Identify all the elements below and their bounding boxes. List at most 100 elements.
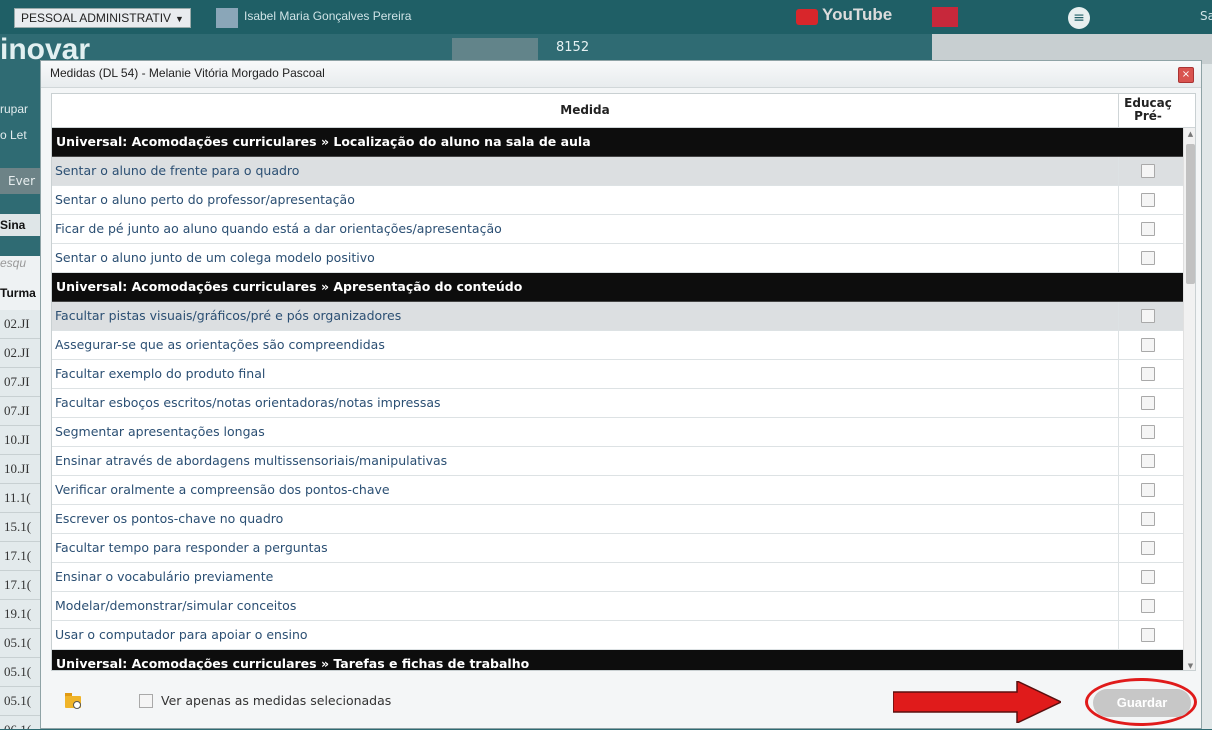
annotation-arrow-icon [893,681,1061,723]
medidas-table: Medida Educaç Pré- Universal: Acomodaçõe… [51,93,1196,671]
student-id-number: 8152 [556,40,590,55]
save-button[interactable]: Guardar [1093,689,1191,717]
dialog-footer: Ver apenas as medidas selecionadas Guard… [41,673,1201,730]
background-right-strip [1202,64,1212,729]
mail-icon[interactable] [932,7,958,27]
measure-checkbox[interactable] [1141,251,1155,265]
table-scrollbar[interactable]: ▲ ▼ [1183,128,1195,670]
list-item[interactable]: 15.1( [0,513,40,542]
user-avatar [216,8,238,28]
table-row[interactable]: Sentar o aluno perto do professor/aprese… [52,186,1183,215]
measure-checkbox[interactable] [1141,396,1155,410]
filter-selected-label[interactable]: Ver apenas as medidas selecionadas [161,693,391,708]
menu-icon[interactable]: ≡ [1068,7,1090,29]
table-row[interactable]: Modelar/demonstrar/simular conceitos [52,592,1183,621]
measure-label: Usar o computador para apoiar o ensino [55,627,308,642]
section-header: Universal: Acomodações curriculares » Lo… [52,128,1183,157]
background-sidebar: rupar o Let Ever Sina esqu Turma 02.JI 0… [0,60,40,729]
measure-label: Assegurar-se que as orientações são comp… [55,337,385,352]
table-row[interactable]: Sentar o aluno de frente para o quadro [52,157,1183,186]
measure-checkbox[interactable] [1141,193,1155,207]
close-button[interactable]: × [1178,67,1194,83]
list-item[interactable]: 07.JI [0,397,40,426]
measure-label: Ficar de pé junto ao aluno quando está a… [55,221,502,236]
list-item[interactable]: 17.1( [0,542,40,571]
section-header: Universal: Acomodações curriculares » Ap… [52,273,1183,302]
table-row[interactable]: Facultar pistas visuais/gráficos/pré e p… [52,302,1183,331]
folder-clock-icon[interactable] [65,693,83,709]
table-row[interactable]: Ensinar o vocabulário previamente [52,563,1183,592]
youtube-link[interactable]: YouTube [822,5,892,25]
list-item[interactable]: 10.JI [0,426,40,455]
list-item[interactable]: 02.JI [0,310,40,339]
dialog-titlebar[interactable]: Medidas (DL 54) - Melanie Vitória Morgad… [41,61,1201,88]
table-row[interactable]: Usar o computador para apoiar o ensino [52,621,1183,650]
measure-checkbox[interactable] [1141,483,1155,497]
clock-icon [73,701,81,709]
measure-label: Ensinar o vocabulário previamente [55,569,274,584]
measure-checkbox[interactable] [1141,338,1155,352]
list-item[interactable]: 07.JI [0,368,40,397]
column-header-medida: Medida [52,94,1119,127]
bg-label: rupar [0,102,29,116]
list-item[interactable]: 05.1( [0,687,40,716]
table-row[interactable]: Assegurar-se que as orientações são comp… [52,331,1183,360]
role-select[interactable]: PESSOAL ADMINISTRATIV ▼ [14,8,191,28]
scroll-down-icon[interactable]: ▼ [1184,660,1195,670]
measure-label: Verificar oralmente a compreensão dos po… [55,482,390,497]
list-item[interactable]: 05.1( [0,629,40,658]
measure-label: Ensinar através de abordagens multissens… [55,453,448,468]
bg-tab[interactable]: Ever [0,168,40,194]
table-row[interactable]: Facultar esboços escritos/notas orientad… [52,389,1183,418]
measure-checkbox[interactable] [1141,309,1155,323]
measure-checkbox[interactable] [1141,628,1155,642]
checkbox-cell [1118,534,1183,562]
app-logo: inovar [0,33,91,66]
measure-checkbox[interactable] [1141,425,1155,439]
list-item[interactable]: 02.JI [0,339,40,368]
measure-checkbox[interactable] [1141,367,1155,381]
measure-label: Sentar o aluno perto do professor/aprese… [55,192,355,207]
column-header-educacao: Educaç Pré- [1124,96,1172,123]
table-row[interactable]: Facultar tempo para responder a pergunta… [52,534,1183,563]
medidas-dialog: Medidas (DL 54) - Melanie Vitória Morgad… [40,60,1202,729]
list-item[interactable]: 19.1( [0,600,40,629]
measure-checkbox[interactable] [1141,512,1155,526]
checkbox-cell [1118,215,1183,243]
table-row[interactable]: Sentar o aluno junto de um colega modelo… [52,244,1183,273]
table-row[interactable]: Segmentar apresentações longas [52,418,1183,447]
list-item[interactable]: 05.1( [0,658,40,687]
measure-checkbox[interactable] [1141,570,1155,584]
list-item[interactable]: 17.1( [0,571,40,600]
measure-checkbox[interactable] [1141,164,1155,178]
checkbox-cell [1118,186,1183,214]
bg-search-area: esqu Turma [0,256,40,310]
checkbox-cell [1118,476,1183,504]
scroll-thumb[interactable] [1186,144,1195,284]
measure-checkbox[interactable] [1141,222,1155,236]
table-row[interactable]: Facultar exemplo do produto final [52,360,1183,389]
app-top-bar: PESSOAL ADMINISTRATIV ▼ Isabel Maria Gonç… [0,0,1212,34]
youtube-icon[interactable] [796,9,818,25]
measure-checkbox[interactable] [1141,541,1155,555]
checkbox-cell [1118,592,1183,620]
checkbox-cell [1118,418,1183,446]
table-row[interactable]: Verificar oralmente a compreensão dos po… [52,476,1183,505]
top-right-text: Sa [1200,9,1212,23]
list-item[interactable]: 06.1( [0,716,40,729]
table-row[interactable]: Ficar de pé junto ao aluno quando está a… [52,215,1183,244]
measure-checkbox[interactable] [1141,454,1155,468]
measure-checkbox[interactable] [1141,599,1155,613]
table-row[interactable]: Escrever os pontos-chave no quadro [52,505,1183,534]
filter-selected-checkbox[interactable] [139,694,153,708]
list-item[interactable]: 11.1( [0,484,40,513]
checkbox-cell [1118,389,1183,417]
measure-label: Facultar exemplo do produto final [55,366,266,381]
table-row[interactable]: Ensinar através de abordagens multissens… [52,447,1183,476]
scroll-up-icon[interactable]: ▲ [1184,128,1195,140]
section-header: Universal: Acomodações curriculares » Ta… [52,650,1183,670]
list-item[interactable]: 10.JI [0,455,40,484]
dialog-title: Medidas (DL 54) - Melanie Vitória Morgad… [50,66,325,80]
table-header: Medida Educaç Pré- [52,94,1195,128]
role-select-value: PESSOAL ADMINISTRATIV [21,11,172,25]
